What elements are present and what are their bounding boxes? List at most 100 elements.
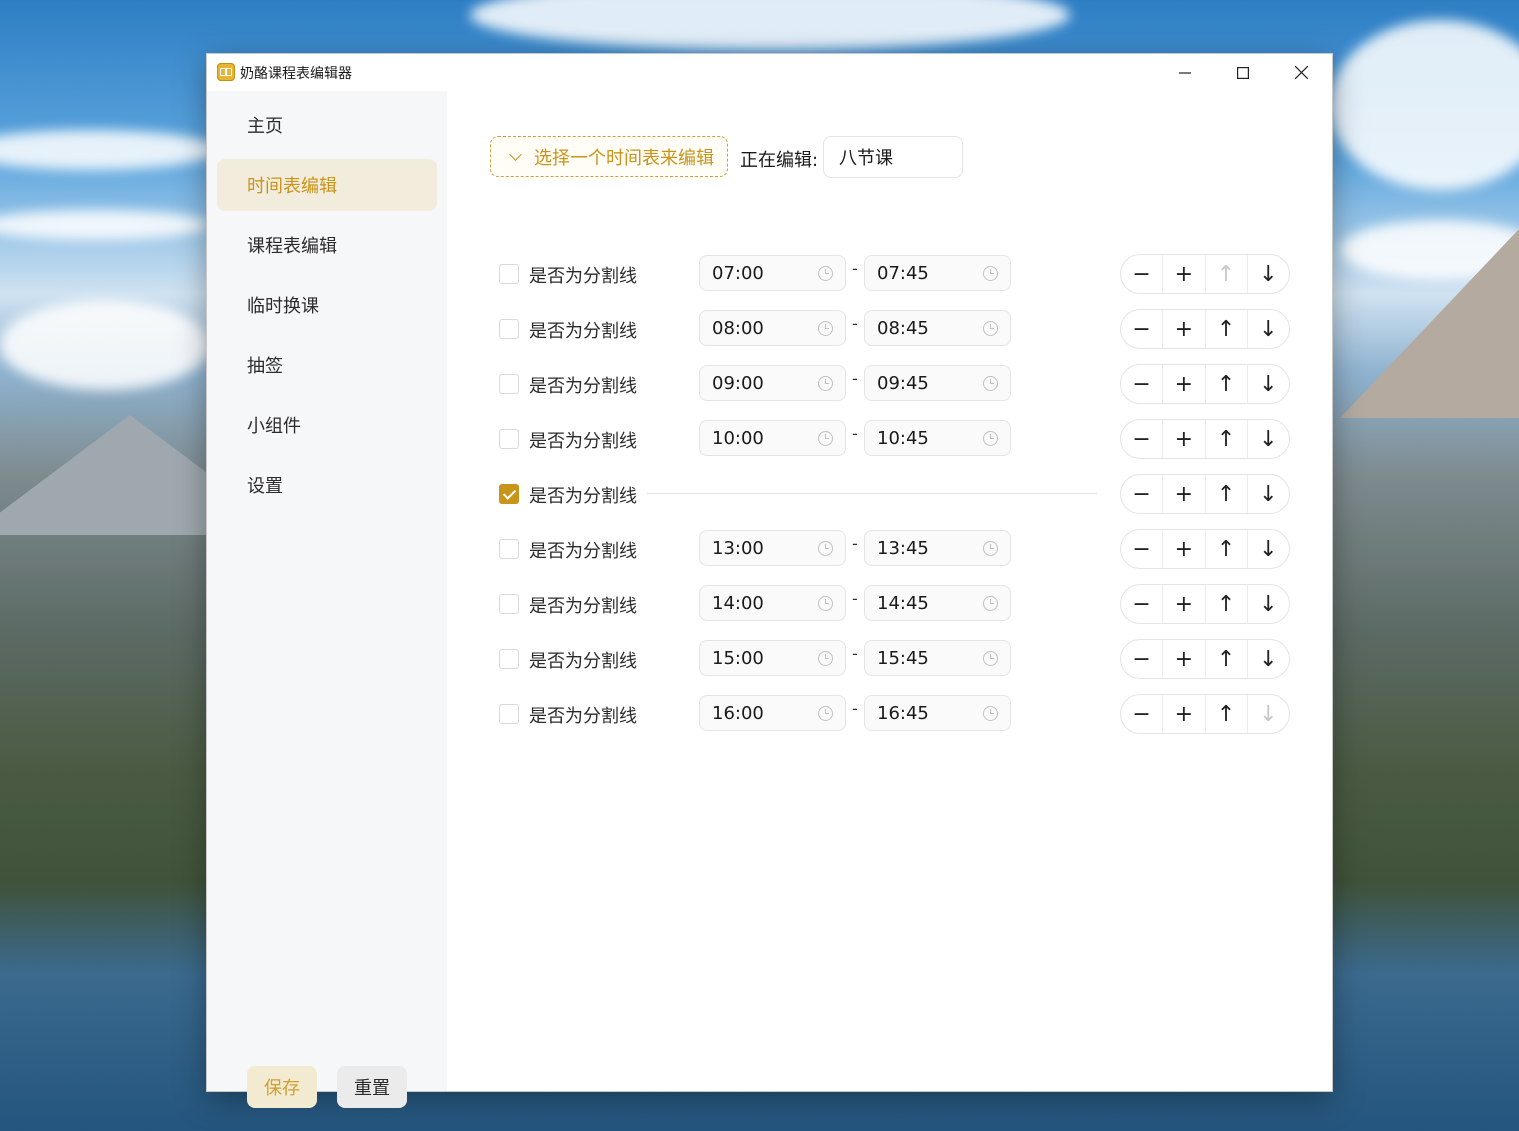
start-time-input[interactable]: 08:00	[699, 310, 846, 346]
end-time-input[interactable]: 08:45	[864, 310, 1011, 346]
minimize-icon	[1179, 71, 1191, 74]
move-down-button[interactable]: ↓	[1248, 255, 1289, 293]
move-down-button[interactable]: ↓	[1248, 310, 1289, 348]
period-row: 是否为分割线 10:00 - 10:45 − + ↑ ↓	[447, 419, 1332, 459]
remove-row-button[interactable]: −	[1121, 640, 1164, 678]
remove-row-button[interactable]: −	[1121, 475, 1164, 513]
add-row-button[interactable]: +	[1163, 530, 1206, 568]
sidebar-item-home[interactable]: 主页	[217, 99, 437, 151]
start-time-value: 13:00	[712, 537, 764, 559]
end-time-input[interactable]: 13:45	[864, 530, 1011, 566]
start-time-input[interactable]: 10:00	[699, 420, 846, 456]
clock-icon	[983, 321, 998, 336]
divider-checkbox[interactable]	[499, 539, 519, 559]
sidebar-item-temp-swap[interactable]: 临时换课	[217, 279, 437, 331]
move-up-button[interactable]: ↑	[1206, 310, 1248, 348]
period-row: 是否为分割线 09:00 - 09:45 − + ↑ ↓	[447, 364, 1332, 404]
divider-checkbox[interactable]	[499, 319, 519, 339]
divider-checkbox[interactable]	[499, 704, 519, 724]
end-time-input[interactable]: 10:45	[864, 420, 1011, 456]
timetable-editor: 选择一个时间表来编辑 正在编辑: 八节课 是否为分割线 07:00 - 07:4…	[447, 91, 1332, 1091]
move-up-button[interactable]: ↑	[1206, 420, 1248, 458]
row-actions: − + ↑ ↓	[1120, 639, 1290, 679]
sidebar-item-settings[interactable]: 设置	[217, 459, 437, 511]
sidebar-item-schedule-edit[interactable]: 课程表编辑	[217, 219, 437, 271]
move-up-button[interactable]: ↑	[1206, 475, 1248, 513]
period-row: 是否为分割线 13:00 - 13:45 − + ↑ ↓	[447, 529, 1332, 569]
end-time-input[interactable]: 07:45	[864, 255, 1011, 291]
divider-checkbox[interactable]	[499, 594, 519, 614]
close-button[interactable]	[1272, 54, 1330, 91]
move-up-button[interactable]: ↑	[1206, 640, 1248, 678]
move-down-button[interactable]: ↓	[1248, 640, 1289, 678]
move-up-button[interactable]: ↑	[1206, 255, 1248, 293]
add-row-button[interactable]: +	[1163, 475, 1206, 513]
divider-checkbox[interactable]	[499, 374, 519, 394]
row-actions: − + ↑ ↓	[1120, 254, 1290, 294]
remove-row-button[interactable]: −	[1121, 585, 1164, 623]
move-down-button[interactable]: ↓	[1248, 585, 1289, 623]
move-down-button[interactable]: ↓	[1248, 695, 1289, 733]
sidebar-item-lottery[interactable]: 抽签	[217, 339, 437, 391]
move-down-button[interactable]: ↓	[1248, 475, 1289, 513]
remove-row-button[interactable]: −	[1121, 310, 1164, 348]
divider-line	[647, 493, 1097, 494]
move-up-button[interactable]: ↑	[1206, 695, 1248, 733]
move-down-button[interactable]: ↓	[1248, 365, 1289, 403]
clock-icon	[818, 431, 833, 446]
remove-row-button[interactable]: −	[1121, 365, 1164, 403]
editing-name-input[interactable]: 八节课	[823, 136, 963, 178]
clock-icon	[818, 596, 833, 611]
divider-checkbox-label: 是否为分割线	[529, 596, 637, 617]
minimize-button[interactable]	[1156, 54, 1214, 91]
move-up-button[interactable]: ↑	[1206, 365, 1248, 403]
add-row-button[interactable]: +	[1163, 420, 1206, 458]
divider-checkbox-label: 是否为分割线	[529, 651, 637, 672]
move-down-button[interactable]: ↓	[1248, 530, 1289, 568]
time-separator: -	[852, 369, 858, 388]
end-time-value: 09:45	[877, 372, 929, 394]
divider-checkbox[interactable]	[499, 429, 519, 449]
maximize-button[interactable]	[1214, 54, 1272, 91]
title-bar[interactable]: 奶酪课程表编辑器	[207, 54, 1332, 91]
timetable-select-dropdown[interactable]: 选择一个时间表来编辑	[490, 136, 728, 177]
add-row-button[interactable]: +	[1163, 310, 1206, 348]
divider-checkbox[interactable]	[499, 484, 519, 504]
start-time-input[interactable]: 07:00	[699, 255, 846, 291]
close-icon	[1294, 66, 1308, 79]
start-time-input[interactable]: 09:00	[699, 365, 846, 401]
remove-row-button[interactable]: −	[1121, 255, 1164, 293]
add-row-button[interactable]: +	[1163, 640, 1206, 678]
remove-row-button[interactable]: −	[1121, 420, 1164, 458]
start-time-input[interactable]: 16:00	[699, 695, 846, 731]
end-time-input[interactable]: 14:45	[864, 585, 1011, 621]
move-down-button[interactable]: ↓	[1248, 420, 1289, 458]
start-time-input[interactable]: 14:00	[699, 585, 846, 621]
start-time-input[interactable]: 13:00	[699, 530, 846, 566]
clock-icon	[983, 541, 998, 556]
divider-checkbox-label: 是否为分割线	[529, 321, 637, 342]
start-time-input[interactable]: 15:00	[699, 640, 846, 676]
sidebar-item-widgets[interactable]: 小组件	[217, 399, 437, 451]
divider-checkbox[interactable]	[499, 264, 519, 284]
save-button[interactable]: 保存	[247, 1066, 317, 1108]
add-row-button[interactable]: +	[1163, 365, 1206, 403]
sidebar-item-timetable-edit[interactable]: 时间表编辑	[217, 159, 437, 211]
end-time-input[interactable]: 15:45	[864, 640, 1011, 676]
add-row-button[interactable]: +	[1163, 695, 1206, 733]
add-row-button[interactable]: +	[1163, 585, 1206, 623]
remove-row-button[interactable]: −	[1121, 530, 1164, 568]
time-separator: -	[852, 314, 858, 333]
divider-checkbox[interactable]	[499, 649, 519, 669]
move-up-button[interactable]: ↑	[1206, 585, 1248, 623]
end-time-input[interactable]: 16:45	[864, 695, 1011, 731]
end-time-input[interactable]: 09:45	[864, 365, 1011, 401]
end-time-value: 10:45	[877, 427, 929, 449]
sidebar-item-label: 抽签	[247, 356, 283, 377]
move-up-button[interactable]: ↑	[1206, 530, 1248, 568]
clock-icon	[818, 266, 833, 281]
chevron-down-icon	[509, 147, 522, 161]
remove-row-button[interactable]: −	[1121, 695, 1164, 733]
reset-button[interactable]: 重置	[337, 1066, 407, 1108]
add-row-button[interactable]: +	[1163, 255, 1206, 293]
